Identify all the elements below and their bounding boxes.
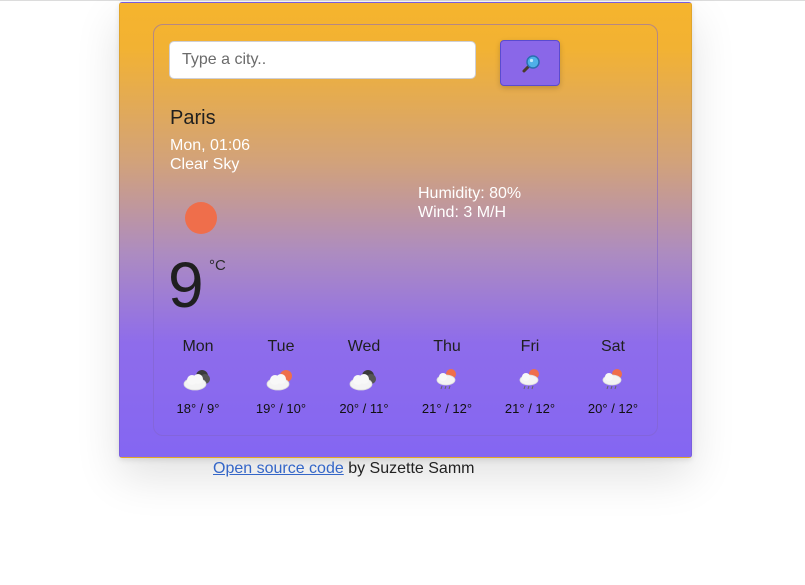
sun-icon bbox=[185, 202, 217, 234]
forecast-day: Tue 19° / 10° bbox=[241, 337, 321, 416]
temperature-unit: °C bbox=[209, 257, 226, 274]
forecast-temps: 20° / 11° bbox=[339, 401, 389, 416]
city-name: Paris bbox=[170, 107, 216, 129]
forecast-temps: 21° / 12° bbox=[504, 401, 556, 416]
forecast-day-name: Thu bbox=[433, 338, 461, 355]
partly-cloudy-night-icon bbox=[181, 367, 215, 393]
weather-condition: Clear Sky bbox=[170, 156, 240, 173]
forecast-day: Mon 18° / 9° bbox=[158, 337, 238, 416]
forecast-temps: 21° / 12° bbox=[421, 401, 473, 416]
rain-sun-icon bbox=[430, 367, 464, 393]
footer-credit: Open source code by Suzette Samm bbox=[213, 460, 474, 478]
current-temperature: 9 bbox=[168, 249, 204, 321]
search-button[interactable] bbox=[500, 40, 560, 86]
forecast-temps: 18° / 9° bbox=[176, 401, 220, 416]
forecast-day-name: Mon bbox=[182, 338, 214, 355]
city-search-input[interactable] bbox=[169, 41, 476, 79]
top-divider bbox=[0, 0, 805, 1]
wind-value: Wind: 3 M/H bbox=[418, 204, 507, 221]
search-icon bbox=[522, 55, 540, 73]
forecast-row: Mon 18° / 9° Tue 19° / 10° Wed 20° / 11°… bbox=[158, 337, 654, 427]
forecast-temps: 20° / 12° bbox=[587, 401, 639, 416]
forecast-temps: 19° / 10° bbox=[255, 401, 307, 416]
forecast-day: Fri 21° / 12° bbox=[490, 337, 570, 416]
humidity-value: Humidity: 80% bbox=[418, 185, 522, 202]
partly-cloudy-night-icon bbox=[347, 367, 381, 393]
partly-cloudy-day-icon bbox=[264, 367, 298, 393]
current-datetime: Mon, 01:06 bbox=[170, 137, 251, 154]
forecast-day-name: Fri bbox=[520, 338, 540, 355]
open-source-link[interactable]: Open source code bbox=[213, 460, 344, 477]
forecast-day-name: Wed bbox=[347, 338, 381, 355]
weather-app-card: Paris Mon, 01:06 Clear Sky 9 °C Humidity… bbox=[119, 2, 692, 458]
forecast-day: Wed 20° / 11° bbox=[324, 337, 404, 416]
forecast-day: Thu 21° / 12° bbox=[407, 337, 487, 416]
forecast-day: Sat 20° / 12° bbox=[573, 337, 653, 416]
rain-sun-icon bbox=[513, 367, 547, 393]
forecast-day-name: Sat bbox=[600, 338, 625, 355]
forecast-day-name: Tue bbox=[267, 338, 295, 355]
rain-sun-icon bbox=[596, 367, 630, 393]
footer-author: by Suzette Samm bbox=[343, 460, 475, 477]
